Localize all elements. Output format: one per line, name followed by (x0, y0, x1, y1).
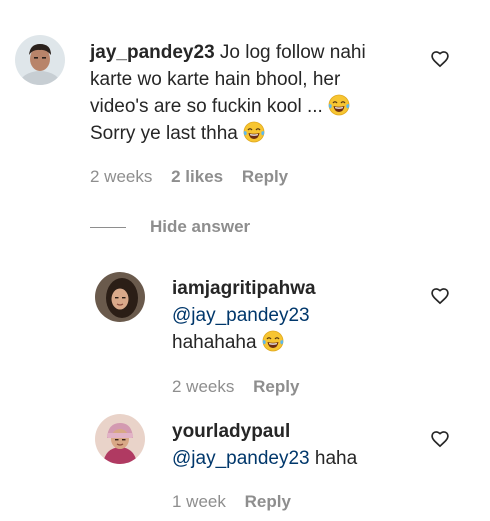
reply-body: iamjagritipahwa @jay_pandey23 hahahaha (172, 275, 412, 356)
tears-of-joy-emoji-icon (328, 94, 350, 116)
reply-username[interactable]: yourladypaul (172, 418, 412, 445)
reply-button[interactable]: Reply (242, 167, 288, 186)
avatar[interactable] (95, 272, 145, 322)
reply-meta: 2 weeks Reply (172, 377, 299, 397)
comment-body: jay_pandey23 Jo log follow nahi karte wo… (90, 39, 400, 147)
reply-button[interactable]: Reply (253, 377, 299, 396)
comment-likes[interactable]: 2 likes (171, 167, 223, 186)
reply-body: yourladypaul @jay_pandey23 haha (172, 418, 412, 472)
comment-text-line2: Sorry ye last thha (90, 123, 238, 144)
reply-username[interactable]: iamjagritipahwa (172, 275, 412, 302)
divider (90, 227, 126, 228)
reply-text: haha (309, 448, 358, 469)
hide-answer-button[interactable]: Hide answer (150, 217, 250, 237)
avatar[interactable] (95, 414, 145, 464)
reply-button[interactable]: Reply (245, 492, 291, 511)
tears-of-joy-emoji-icon (262, 330, 284, 352)
reply-meta: 1 week Reply (172, 492, 291, 512)
tears-of-joy-emoji-icon (243, 121, 265, 143)
reply-text: hahahaha (172, 332, 257, 353)
like-heart-icon[interactable] (430, 429, 450, 449)
reply-mention[interactable]: @jay_pandey23 (172, 448, 310, 469)
comment-username[interactable]: jay_pandey23 (90, 42, 215, 63)
reply-time[interactable]: 1 week (172, 492, 226, 511)
avatar[interactable] (15, 35, 65, 85)
like-heart-icon[interactable] (430, 286, 450, 306)
like-heart-icon[interactable] (430, 49, 450, 69)
reply-mention[interactable]: @jay_pandey23 (172, 302, 412, 329)
comment-meta: 2 weeks 2 likes Reply (90, 167, 288, 187)
comment-time[interactable]: 2 weeks (90, 167, 152, 186)
reply-time[interactable]: 2 weeks (172, 377, 234, 396)
